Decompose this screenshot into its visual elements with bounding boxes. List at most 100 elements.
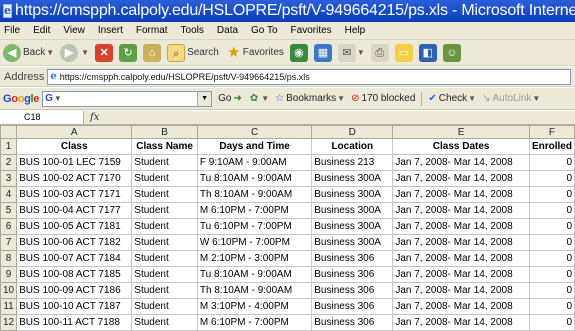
row-number[interactable]: 7 <box>0 234 18 251</box>
cell-days-time[interactable]: Tu 8:10AM - 9:00AM <box>196 266 313 283</box>
cell-class-name[interactable]: Student <box>131 186 198 203</box>
row-number[interactable]: 3 <box>0 170 18 187</box>
cell-class-name[interactable]: Student <box>131 202 198 219</box>
cell-class-dates[interactable]: Jan 7, 2008- Mar 14, 2008 <box>392 314 530 331</box>
menu-favorites[interactable]: Favorites <box>291 25 332 36</box>
row-number[interactable]: 1 <box>0 138 18 155</box>
cell-enrolled[interactable]: 0 <box>528 218 575 235</box>
column-header-f[interactable]: F <box>528 125 575 139</box>
cell-days-time[interactable]: W 6:10PM - 7:00PM <box>196 234 313 251</box>
cell-class-name[interactable]: Student <box>131 282 198 299</box>
cell-enrolled[interactable]: 0 <box>528 250 575 267</box>
cell-days-time[interactable]: Th 8:10AM - 9:00AM <box>196 282 313 299</box>
cell-class-dates[interactable]: Jan 7, 2008- Mar 14, 2008 <box>392 154 530 171</box>
header-cell-class[interactable]: Class <box>16 138 133 155</box>
header-cell-location[interactable]: Location <box>311 138 394 155</box>
cell-class-dates[interactable]: Jan 7, 2008- Mar 14, 2008 <box>392 170 530 187</box>
select-all-corner[interactable] <box>0 125 18 139</box>
cell-enrolled[interactable]: 0 <box>528 266 575 283</box>
cell-class-name[interactable]: Student <box>131 234 198 251</box>
print-button[interactable]: ⎙ <box>370 43 389 62</box>
cell-location[interactable]: Business 306 <box>311 282 394 299</box>
cell-enrolled[interactable]: 0 <box>528 282 575 299</box>
cell-location[interactable]: Business 213 <box>311 154 394 171</box>
google-dropdown-arrow[interactable]: ▼ <box>197 91 212 106</box>
research-button[interactable]: ◧ <box>418 43 437 62</box>
forward-button[interactable]: ▶ ▼ <box>60 43 89 62</box>
cell-location[interactable]: Business 300A <box>311 202 394 219</box>
cell-enrolled[interactable]: 0 <box>528 154 575 171</box>
cell-class[interactable]: BUS 100-02 ACT 7170 <box>16 170 133 187</box>
header-cell-enrolled[interactable]: Enrolled <box>528 138 575 155</box>
cell-days-time[interactable]: M 6:10PM - 7:00PM <box>196 202 313 219</box>
cell-class[interactable]: BUS 100-09 ACT 7186 <box>16 282 133 299</box>
row-number[interactable]: 10 <box>0 282 18 299</box>
stop-button[interactable]: ✕ <box>95 43 114 62</box>
cell-class-dates[interactable]: Jan 7, 2008- Mar 14, 2008 <box>392 282 530 299</box>
cell-class-name[interactable]: Student <box>131 218 198 235</box>
cell-class-name[interactable]: Student <box>131 314 198 331</box>
google-logo[interactable]: Google <box>3 93 39 105</box>
cell-enrolled[interactable]: 0 <box>528 234 575 251</box>
menu-format[interactable]: Format <box>136 25 168 36</box>
cell-class-dates[interactable]: Jan 7, 2008- Mar 14, 2008 <box>392 234 530 251</box>
cell-location[interactable]: Business 300A <box>311 170 394 187</box>
cell-days-time[interactable]: Tu 8:10AM - 9:00AM <box>196 170 313 187</box>
cell-class-name[interactable]: Student <box>131 298 198 315</box>
cell-location[interactable]: Business 300A <box>311 234 394 251</box>
name-box[interactable]: C18 <box>0 111 84 124</box>
menu-help[interactable]: Help <box>345 25 366 36</box>
menu-view[interactable]: View <box>63 25 85 36</box>
cell-days-time[interactable]: M 3:10PM - 4:00PM <box>196 298 313 315</box>
menu-insert[interactable]: Insert <box>98 25 123 36</box>
cell-enrolled[interactable]: 0 <box>528 170 575 187</box>
cell-days-time[interactable]: M 6:10PM - 7:00PM <box>196 314 313 331</box>
column-header-a[interactable]: A <box>16 125 133 139</box>
cell-class[interactable]: BUS 100-08 ACT 7185 <box>16 266 133 283</box>
google-go-button[interactable]: Go ➜ <box>218 93 244 104</box>
row-number[interactable]: 6 <box>0 218 18 235</box>
cell-enrolled[interactable]: 0 <box>528 202 575 219</box>
cell-class-name[interactable]: Student <box>131 266 198 283</box>
column-header-d[interactable]: D <box>311 125 394 139</box>
row-number[interactable]: 2 <box>0 154 18 171</box>
cell-class[interactable]: BUS 100-04 ACT 7177 <box>16 202 133 219</box>
mail-button[interactable]: ✉ ▼ <box>337 43 365 62</box>
cell-class[interactable]: BUS 100-03 ACT 7171 <box>16 186 133 203</box>
cell-days-time[interactable]: Th 8:10AM - 9:00AM <box>196 186 313 203</box>
row-number[interactable]: 12 <box>0 314 18 331</box>
bookmarks-button[interactable]: ☆ Bookmarks ▼ <box>275 93 345 104</box>
excel-app-button[interactable]: ▦ <box>313 43 332 62</box>
home-button[interactable]: ⌂ <box>143 43 162 62</box>
row-number[interactable]: 4 <box>0 186 18 203</box>
refresh-button[interactable]: ↻ <box>119 43 138 62</box>
popup-blocker-button[interactable]: ⊘ 170 blocked <box>351 93 415 104</box>
header-cell-class-name[interactable]: Class Name <box>131 138 198 155</box>
cell-class[interactable]: BUS 100-11 ACT 7188 <box>16 314 133 331</box>
column-header-b[interactable]: B <box>131 125 198 139</box>
cell-class[interactable]: BUS 100-01 LEC 7159 <box>16 154 133 171</box>
cell-class-name[interactable]: Student <box>131 170 198 187</box>
search-button[interactable]: ⌕ Search <box>167 43 219 62</box>
row-number[interactable]: 8 <box>0 250 18 267</box>
cell-location[interactable]: Business 300A <box>311 218 394 235</box>
favorites-button[interactable]: ★ Favorites <box>225 44 284 62</box>
menu-edit[interactable]: Edit <box>33 25 50 36</box>
media-button[interactable]: ◉ <box>289 43 308 62</box>
header-cell-class-dates[interactable]: Class Dates <box>392 138 530 155</box>
cell-days-time[interactable]: F 9:10AM - 9:00AM <box>196 154 313 171</box>
menu-data[interactable]: Data <box>217 25 238 36</box>
cell-class-dates[interactable]: Jan 7, 2008- Mar 14, 2008 <box>392 298 530 315</box>
google-search-input[interactable]: G▼ ▼ <box>42 90 213 107</box>
back-button[interactable]: ◀ Back ▼ <box>3 43 54 62</box>
header-cell-days-time[interactable]: Days and Time <box>196 138 313 155</box>
cell-class[interactable]: BUS 100-10 ACT 7187 <box>16 298 133 315</box>
cell-days-time[interactable]: M 2:10PM - 3:00PM <box>196 250 313 267</box>
column-header-e[interactable]: E <box>392 125 530 139</box>
cell-class-dates[interactable]: Jan 7, 2008- Mar 14, 2008 <box>392 266 530 283</box>
folder-button[interactable]: ▭ <box>394 43 413 62</box>
cell-class-dates[interactable]: Jan 7, 2008- Mar 14, 2008 <box>392 218 530 235</box>
row-number[interactable]: 9 <box>0 266 18 283</box>
cell-location[interactable]: Business 306 <box>311 314 394 331</box>
cell-location[interactable]: Business 306 <box>311 266 394 283</box>
